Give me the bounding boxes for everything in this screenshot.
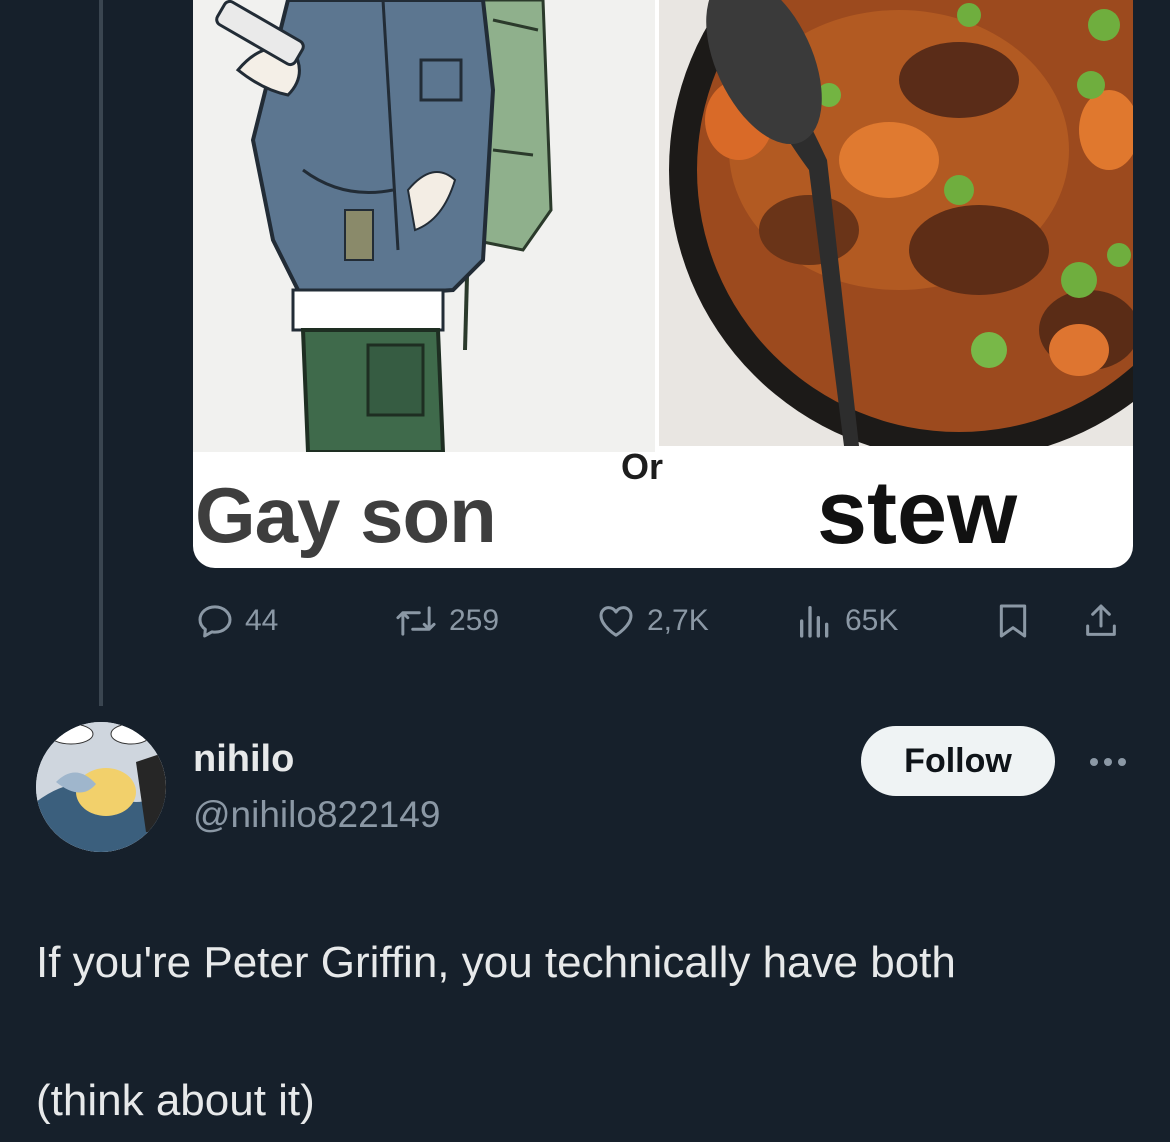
like-action[interactable]: 2,7K: [595, 596, 709, 646]
bookmark-icon: [999, 604, 1027, 638]
avatar-image: [36, 722, 166, 852]
reply-action[interactable]: 44: [195, 596, 278, 646]
reply-text-line-1: If you're Peter Griffin, you technically…: [36, 938, 956, 987]
bookmark-action[interactable]: [993, 596, 1033, 646]
tweet-thread-view: Gay son Or stew 44 259 2,7K 65K nihilo @…: [0, 0, 1170, 1142]
reply-icon: [198, 605, 232, 638]
repost-action[interactable]: 259: [393, 596, 499, 646]
meme-caption-or: Or: [621, 446, 664, 487]
author-handle[interactable]: @nihilo822149: [193, 794, 440, 836]
view-count: 65K: [845, 604, 899, 637]
avatar[interactable]: [36, 722, 166, 852]
character-illustration: [215, 0, 553, 454]
thread-connector-line: [99, 0, 103, 706]
share-action[interactable]: [1081, 596, 1121, 646]
heart-icon: [599, 606, 633, 637]
repost-icon: [396, 606, 436, 636]
reply-count: 44: [245, 604, 279, 637]
share-icon: [1086, 604, 1116, 636]
like-count: 2,7K: [647, 604, 709, 637]
media-image-stew[interactable]: [659, 0, 1133, 446]
media-card[interactable]: Gay son Or stew: [193, 0, 1133, 568]
analytics-icon: [800, 606, 829, 638]
ellipsis-icon: [1090, 758, 1126, 766]
author-display-name[interactable]: nihilo: [193, 738, 294, 781]
reply-text-line-2: (think about it): [36, 1076, 315, 1125]
media-image-character[interactable]: [193, 0, 655, 454]
meme-caption-right: stew: [817, 463, 1018, 563]
repost-count: 259: [449, 604, 500, 637]
views-action[interactable]: 65K: [795, 596, 898, 646]
tweet-action-bar: 44 259 2,7K 65K: [193, 596, 1133, 646]
stew-photo: [659, 0, 1133, 446]
follow-button[interactable]: Follow: [861, 726, 1055, 796]
more-options-icon[interactable]: [1086, 752, 1130, 772]
meme-caption-left: Gay son: [195, 471, 497, 559]
